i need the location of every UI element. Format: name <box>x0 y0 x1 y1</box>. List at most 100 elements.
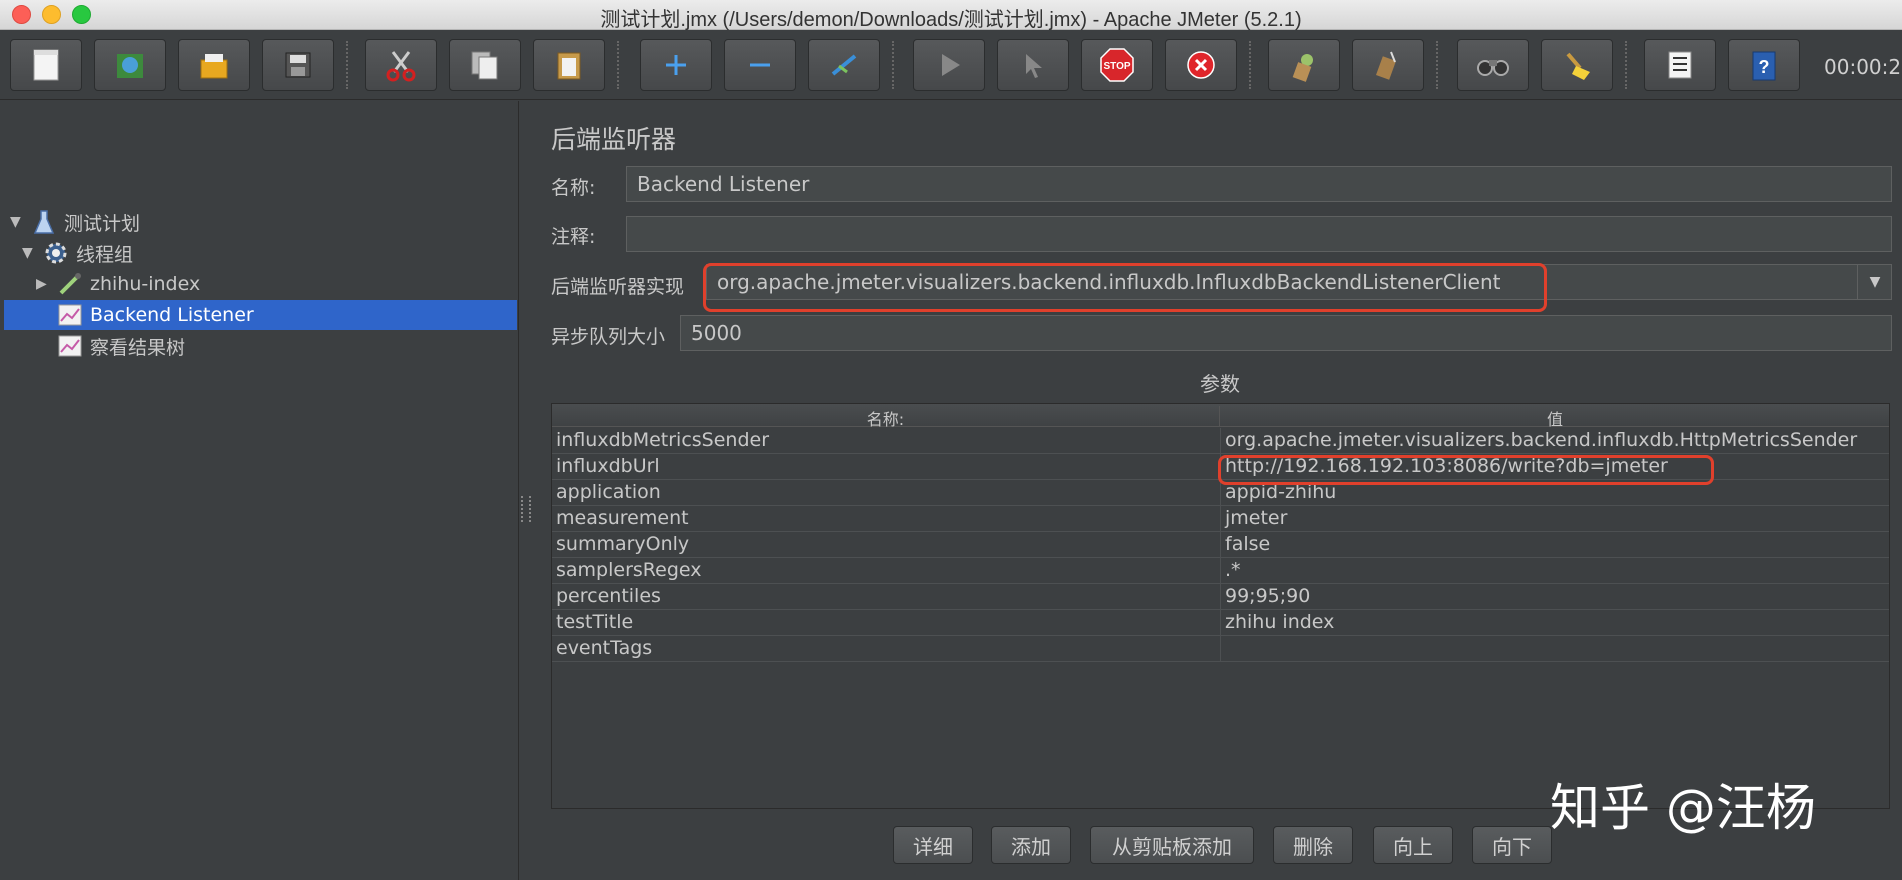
start-button[interactable] <box>913 39 985 91</box>
tree-item-test-plan[interactable]: ▼ 测试计划 <box>10 208 140 236</box>
toggle-button[interactable] <box>808 39 880 91</box>
table-row[interactable]: eventTags <box>552 636 1889 662</box>
param-value[interactable]: 99;95;90 <box>1225 585 1310 607</box>
tree-item-label: Backend Listener <box>90 304 254 326</box>
param-name[interactable]: measurement <box>556 507 689 529</box>
table-row[interactable]: influxdbMetricsSender org.apache.jmeter.… <box>552 428 1889 454</box>
tree-item-label: zhihu-index <box>90 273 201 295</box>
collapse-icon <box>750 63 770 67</box>
tree-item-zhihu-index[interactable]: ▶ zhihu-index <box>36 270 200 298</box>
add-button[interactable]: 添加 <box>991 826 1071 864</box>
comment-label: 注释: <box>551 226 596 248</box>
open-button[interactable] <box>178 39 250 91</box>
name-field[interactable]: Backend Listener <box>626 166 1892 202</box>
param-name[interactable]: summaryOnly <box>556 533 689 555</box>
tree-item-label: 察看结果树 <box>90 336 186 359</box>
watermark: 知乎 @汪杨 <box>1550 779 1816 837</box>
graph-icon <box>56 302 84 328</box>
function-helper-button[interactable] <box>1644 39 1716 91</box>
paste-button[interactable] <box>533 39 605 91</box>
clear-all-icon <box>1376 51 1396 80</box>
new-icon <box>33 49 59 81</box>
move-down-button[interactable]: 向下 <box>1472 826 1552 864</box>
start-no-pause-button[interactable] <box>997 39 1069 91</box>
tree-item-thread-group[interactable]: ▼ 线程组 <box>22 239 133 267</box>
table-row[interactable]: measurement jmeter <box>552 506 1889 532</box>
table-row[interactable]: summaryOnly false <box>552 532 1889 558</box>
param-name[interactable]: samplersRegex <box>556 559 702 581</box>
queue-size-label: 异步队列大小 <box>551 326 666 348</box>
param-name[interactable]: influxdbUrl <box>556 455 660 477</box>
move-up-button[interactable]: 向上 <box>1373 826 1453 864</box>
table-row[interactable]: percentiles 99;95;90 <box>552 584 1889 610</box>
queue-size-field[interactable]: 5000 <box>680 315 1892 351</box>
svg-text:STOP: STOP <box>1103 61 1130 72</box>
param-value[interactable]: .* <box>1225 559 1241 581</box>
param-value[interactable]: org.apache.jmeter.visualizers.backend.in… <box>1225 429 1857 451</box>
chevron-down-icon[interactable]: ▼ <box>1857 264 1892 300</box>
stop-button[interactable]: STOP <box>1081 39 1153 91</box>
param-value[interactable]: zhihu index <box>1225 611 1334 633</box>
reset-search-button[interactable] <box>1541 39 1613 91</box>
search-icon <box>1477 60 1509 76</box>
cut-button[interactable] <box>365 39 437 91</box>
collapse-all-button[interactable] <box>724 39 796 91</box>
tree-item-label: 测试计划 <box>64 212 141 235</box>
tree-item-backend-listener[interactable]: Backend Listener <box>56 301 260 329</box>
stop-icon: STOP <box>1100 48 1134 82</box>
save-button[interactable] <box>262 39 334 91</box>
param-name[interactable]: application <box>556 481 661 503</box>
highlight-box-influxdb-url <box>1218 455 1714 485</box>
delete-button[interactable]: 删除 <box>1273 826 1353 864</box>
clear-all-button[interactable] <box>1352 39 1424 91</box>
param-name[interactable]: percentiles <box>556 585 661 607</box>
tree-item-view-results-tree[interactable]: 察看结果树 <box>56 332 185 360</box>
column-header-value[interactable]: 值 <box>1221 406 1889 430</box>
tree-item-label: 线程组 <box>76 243 134 266</box>
clear-button[interactable] <box>1268 39 1340 91</box>
toggle-icon <box>831 54 857 76</box>
param-value[interactable]: jmeter <box>1225 507 1287 529</box>
templates-button[interactable] <box>94 39 166 91</box>
expand-icon <box>666 55 686 75</box>
copy-icon <box>471 51 498 80</box>
toolbar: STOP ? 00:00:2 <box>0 31 1902 100</box>
shutdown-button[interactable] <box>1165 39 1237 91</box>
param-value[interactable]: false <box>1225 533 1270 555</box>
detail-button[interactable]: 详细 <box>893 826 973 864</box>
parameters-title: 参数 <box>1200 372 1240 396</box>
column-header-name[interactable]: 名称: <box>552 406 1220 429</box>
param-name[interactable]: testTitle <box>556 611 633 633</box>
table-row[interactable]: samplersRegex .* <box>552 558 1889 584</box>
gear-icon <box>42 240 70 266</box>
expanded-arrow-icon[interactable]: ▼ <box>22 245 36 261</box>
param-name[interactable]: eventTags <box>556 637 652 659</box>
copy-button[interactable] <box>449 39 521 91</box>
comment-field[interactable] <box>626 216 1892 252</box>
add-from-clipboard-button[interactable]: 从剪贴板添加 <box>1090 826 1254 864</box>
pipette-icon <box>56 271 84 297</box>
svg-text:?: ? <box>1759 57 1770 77</box>
search-button[interactable] <box>1457 39 1529 91</box>
start-icon <box>942 54 960 76</box>
page-title: 后端监听器 <box>551 125 677 154</box>
function-helper-icon <box>1668 51 1692 79</box>
new-button[interactable] <box>10 39 82 91</box>
collapsed-arrow-icon[interactable]: ▶ <box>36 276 50 292</box>
open-icon <box>200 54 228 79</box>
table-row[interactable]: testTitle zhihu index <box>552 610 1889 636</box>
highlight-box-implementation <box>703 263 1547 312</box>
param-name[interactable]: influxdbMetricsSender <box>556 429 769 451</box>
graph-icon <box>56 333 84 359</box>
shutdown-icon <box>1187 51 1215 79</box>
expanded-arrow-icon[interactable]: ▼ <box>10 214 24 230</box>
implementation-label: 后端监听器实现 <box>551 276 685 298</box>
flask-icon <box>30 209 58 235</box>
clear-icon <box>1292 54 1313 82</box>
test-plan-tree: ▼ 测试计划 ▼ 线程组 ▶ zhihu-index Backend Liste… <box>0 101 519 880</box>
help-button[interactable]: ? <box>1728 39 1800 91</box>
window-title: 测试计划.jmx (/Users/demon/Downloads/测试计划.jm… <box>600 9 1302 31</box>
title-bar: 测试计划.jmx (/Users/demon/Downloads/测试计划.jm… <box>0 0 1902 31</box>
panel-splitter[interactable] <box>521 496 531 522</box>
expand-all-button[interactable] <box>640 39 712 91</box>
